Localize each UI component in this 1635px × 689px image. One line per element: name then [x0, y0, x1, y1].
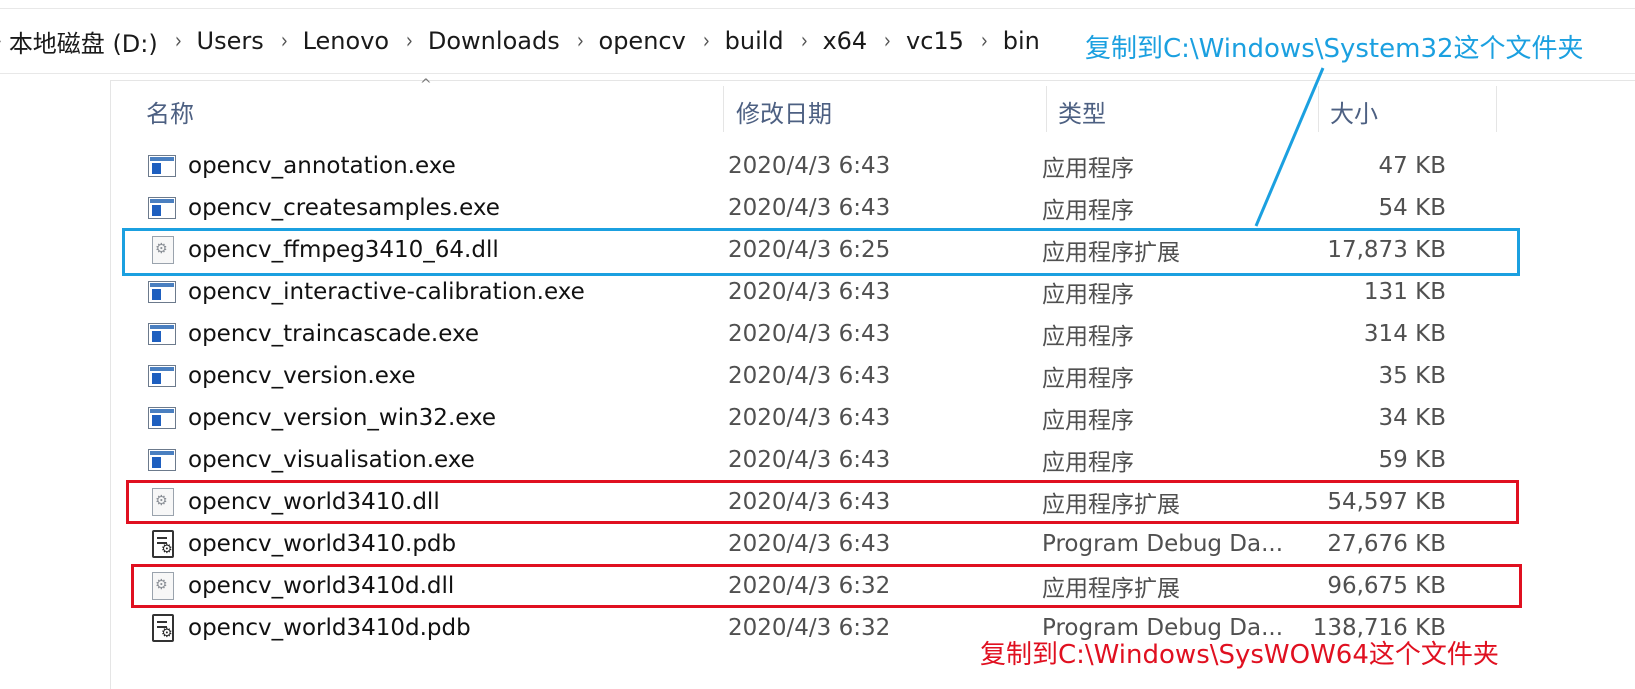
highlight-box-red — [131, 564, 1522, 608]
breadcrumb-item-drive[interactable]: 本地磁盘 (D:) — [9, 24, 158, 59]
exe-icon — [148, 155, 176, 177]
file-row[interactable]: opencv_visualisation.exe 2020/4/3 6:43 应… — [120, 440, 1495, 480]
file-row[interactable]: opencv_world3410.pdb 2020/4/3 6:43 Progr… — [120, 524, 1495, 564]
chevron-right-icon[interactable]: › — [577, 29, 584, 54]
file-row[interactable]: opencv_annotation.exe 2020/4/3 6:43 应用程序… — [120, 146, 1495, 186]
highlight-box-blue — [122, 228, 1520, 276]
chevron-right-icon[interactable]: › — [703, 29, 710, 54]
annotation-note-system32: 复制到C:\Windows\System32这个文件夹 — [1085, 34, 1584, 64]
file-name-cell: opencv_visualisation.exe — [148, 440, 475, 480]
file-name: opencv_annotation.exe — [188, 153, 456, 179]
highlight-box-red — [126, 480, 1519, 524]
file-type: 应用程序 — [1042, 282, 1134, 308]
file-row[interactable]: opencv_interactive-calibration.exe 2020/… — [120, 272, 1495, 312]
file-date: 2020/4/3 6:43 — [728, 153, 891, 179]
file-type: 应用程序 — [1042, 156, 1134, 182]
file-name-cell: opencv_version_win32.exe — [148, 398, 496, 438]
breadcrumb-item-vc15[interactable]: vc15 — [906, 27, 964, 55]
breadcrumb-item-build[interactable]: build — [725, 27, 784, 55]
file-name-cell: opencv_traincascade.exe — [148, 314, 479, 354]
file-row[interactable]: opencv_traincascade.exe 2020/4/3 6:43 应用… — [120, 314, 1495, 354]
chevron-right-icon[interactable]: › — [175, 29, 182, 54]
file-row[interactable]: opencv_createsamples.exe 2020/4/3 6:43 应… — [120, 188, 1495, 228]
file-row[interactable]: opencv_version.exe 2020/4/3 6:43 应用程序 35… — [120, 356, 1495, 396]
chevron-right-icon[interactable]: › — [801, 29, 808, 54]
pdb-icon — [152, 530, 174, 558]
chevron-right-icon[interactable]: › — [281, 29, 288, 54]
file-size: 35 KB — [1378, 363, 1446, 389]
exe-icon — [148, 407, 176, 429]
file-date: 2020/4/3 6:43 — [728, 321, 891, 347]
file-type: 应用程序 — [1042, 198, 1134, 224]
file-size: 54 KB — [1378, 195, 1446, 221]
file-name: opencv_createsamples.exe — [188, 195, 500, 221]
file-name: opencv_world3410d.pdb — [188, 615, 471, 641]
file-size: 47 KB — [1378, 153, 1446, 179]
navigation-pane — [0, 80, 111, 689]
breadcrumb-item-x64[interactable]: x64 — [822, 27, 867, 55]
file-date: 2020/4/3 6:43 — [728, 363, 891, 389]
file-size: 314 KB — [1363, 321, 1446, 347]
chevron-right-icon[interactable]: › — [406, 29, 413, 54]
file-date: 2020/4/3 6:43 — [728, 195, 891, 221]
pdb-icon — [152, 614, 174, 642]
file-name: opencv_version.exe — [188, 363, 416, 389]
column-header-name[interactable]: 名称 — [134, 86, 724, 136]
file-date: 2020/4/3 6:43 — [728, 531, 891, 557]
file-date: 2020/4/3 6:43 — [728, 447, 891, 473]
file-type: 应用程序 — [1042, 324, 1134, 350]
file-name-cell: opencv_world3410.pdb — [148, 524, 456, 564]
column-header-date[interactable]: 修改日期 — [724, 86, 1044, 136]
file-type: 应用程序 — [1042, 408, 1134, 434]
chevron-right-icon[interactable]: › — [884, 29, 891, 54]
exe-icon — [148, 365, 176, 387]
chevron-right-icon[interactable]: › — [0, 29, 2, 54]
breadcrumb-item-downloads[interactable]: Downloads — [428, 27, 560, 55]
file-name-cell: opencv_version.exe — [148, 356, 416, 396]
file-date: 2020/4/3 6:43 — [728, 405, 891, 431]
file-name: opencv_version_win32.exe — [188, 405, 497, 431]
exe-icon — [148, 281, 176, 303]
file-size: 131 KB — [1363, 279, 1446, 305]
file-date: 2020/4/3 6:43 — [728, 279, 891, 305]
chevron-right-icon[interactable]: › — [981, 29, 988, 54]
file-name: opencv_traincascade.exe — [188, 321, 480, 347]
file-type: 应用程序 — [1042, 450, 1134, 476]
file-name-cell: opencv_interactive-calibration.exe — [148, 272, 585, 312]
file-size: 27,676 KB — [1327, 531, 1446, 557]
breadcrumb-item-lenovo[interactable]: Lenovo — [303, 27, 390, 55]
file-name: opencv_visualisation.exe — [188, 447, 475, 473]
file-size: 34 KB — [1378, 405, 1446, 431]
column-header-type[interactable]: 类型 — [1046, 86, 1318, 136]
exe-icon — [148, 323, 176, 345]
file-name-cell: opencv_annotation.exe — [148, 146, 456, 186]
exe-icon — [148, 449, 176, 471]
file-name-cell: opencv_createsamples.exe — [148, 188, 500, 228]
file-date: 2020/4/3 6:32 — [728, 615, 891, 641]
breadcrumb-item-bin[interactable]: bin — [1003, 27, 1040, 55]
column-header-size[interactable]: 大小 — [1318, 86, 1496, 136]
file-type: Program Debug Da... — [1042, 531, 1284, 557]
file-name: opencv_interactive-calibration.exe — [188, 279, 585, 305]
column-divider[interactable] — [1496, 86, 1497, 132]
file-name: opencv_world3410.pdb — [188, 531, 457, 557]
exe-icon — [148, 197, 176, 219]
file-name-cell: opencv_world3410d.pdb — [148, 608, 471, 648]
file-type: 应用程序 — [1042, 366, 1134, 392]
file-size: 59 KB — [1378, 447, 1446, 473]
file-row[interactable]: opencv_version_win32.exe 2020/4/3 6:43 应… — [120, 398, 1495, 438]
breadcrumb-item-opencv[interactable]: opencv — [599, 27, 686, 55]
annotation-note-syswow64: 复制到C:\Windows\SysWOW64这个文件夹 — [980, 640, 1499, 670]
breadcrumb-item-users[interactable]: Users — [197, 27, 264, 55]
